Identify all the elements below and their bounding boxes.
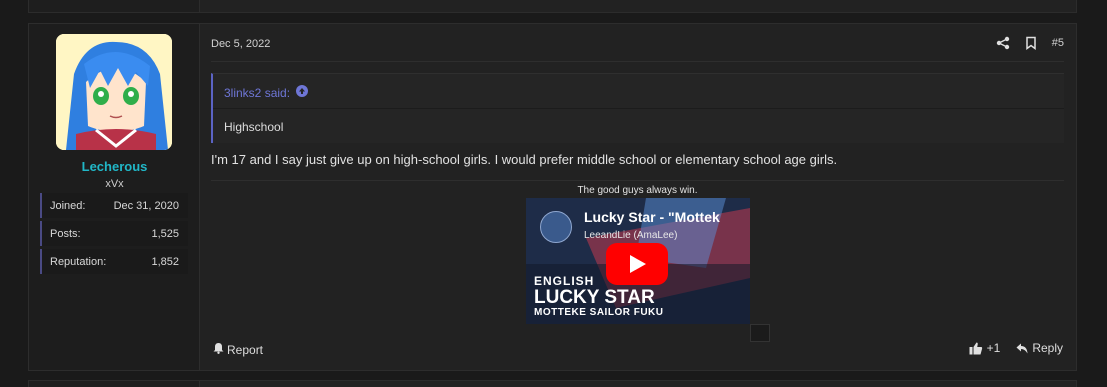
post-date[interactable]: Dec 5, 2022 (211, 38, 270, 50)
stat-label: Joined: (50, 199, 86, 212)
post-header-actions: #5 (996, 36, 1064, 50)
thumbs-up-icon (969, 342, 982, 354)
stat-posts: Posts: 1,525 (40, 221, 188, 246)
bookmark-icon[interactable] (1024, 36, 1038, 50)
share-icon[interactable] (996, 36, 1010, 50)
post-number[interactable]: #5 (1052, 37, 1064, 49)
next-user-cell (29, 381, 200, 387)
previous-user-cell (29, 0, 200, 12)
thumbnail-text-english: ENGLISH (534, 274, 595, 288)
avatar[interactable] (56, 34, 172, 150)
stat-value: Dec 31, 2020 (113, 199, 179, 212)
like-count: +1 (986, 341, 1001, 355)
reply-label: Reply (1032, 341, 1063, 355)
stat-label: Posts: (50, 227, 81, 240)
quote-attribution[interactable]: 3links2 said: (224, 85, 309, 100)
previous-post-edge (28, 0, 1077, 13)
bell-icon (213, 342, 224, 357)
video-title[interactable]: Lucky Star - "Mottek (584, 209, 720, 225)
youtube-embed[interactable]: Lucky Star - "Mottek LeeandLie (AmaLee) … (526, 198, 750, 324)
header-divider (211, 61, 1064, 62)
stat-value: 1,525 (151, 227, 179, 240)
user-title: xVx (105, 178, 124, 190)
signature-divider (211, 180, 1064, 181)
channel-avatar[interactable] (540, 211, 572, 243)
like-button[interactable]: +1 (969, 341, 1001, 355)
stat-label: Reputation: (50, 255, 107, 268)
reply-button[interactable]: Reply (1016, 341, 1063, 355)
user-info-cell: Lecherous xVx Joined: Dec 31, 2020 Posts… (29, 24, 200, 370)
quote-block: 3links2 said: Highschool (211, 73, 1064, 143)
post-footer-actions: +1 Reply (969, 341, 1063, 355)
forum-post: Lecherous xVx Joined: Dec 31, 2020 Posts… (28, 23, 1077, 371)
quote-author[interactable]: 3links2 said: (224, 86, 290, 100)
signature-text: The good guys always win. (577, 185, 698, 196)
stat-value: 1,852 (151, 255, 179, 268)
thumbnail-text-title: LUCKY STAR (534, 287, 655, 308)
arrow-up-circle-icon[interactable] (296, 85, 309, 100)
post-message: I'm 17 and I say just give up on high-sc… (211, 152, 838, 167)
quote-divider (213, 108, 1064, 109)
next-post-edge (28, 380, 1077, 387)
report-button[interactable]: Report (213, 342, 263, 357)
video-channel[interactable]: LeeandLie (AmaLee) (584, 230, 677, 241)
quote-text: Highschool (224, 120, 284, 134)
play-icon[interactable] (606, 243, 668, 285)
embed-expand-icon[interactable] (750, 324, 770, 342)
stat-joined: Joined: Dec 31, 2020 (40, 193, 188, 218)
reply-icon (1016, 343, 1028, 353)
thumbnail-text-subtitle: MOTTEKE SAILOR FUKU (534, 307, 664, 318)
stat-reputation: Reputation: 1,852 (40, 249, 188, 274)
post-main: Dec 5, 2022 #5 3links2 said: Highschool … (201, 24, 1076, 370)
username[interactable]: Lecherous (29, 159, 200, 174)
report-label: Report (227, 342, 264, 357)
